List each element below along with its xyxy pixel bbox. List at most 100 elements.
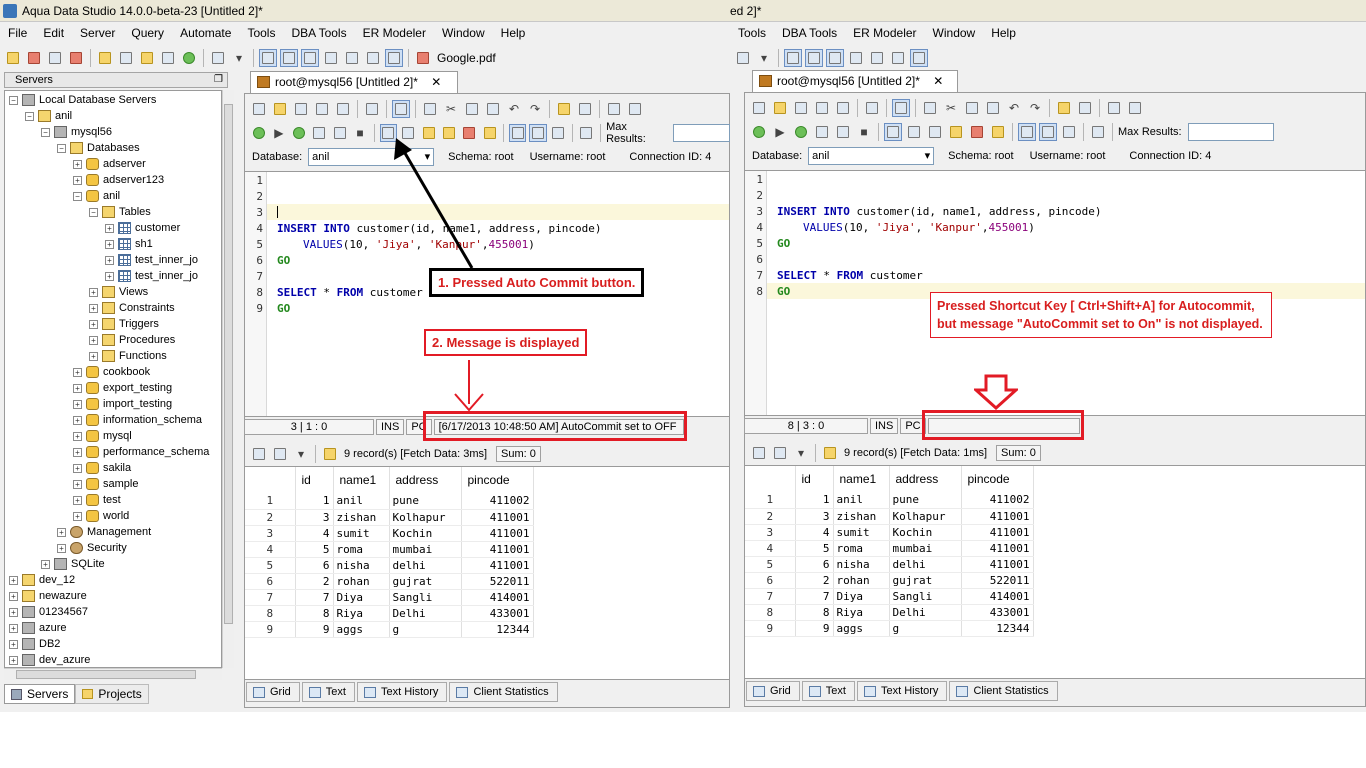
expand-icon[interactable]: + — [105, 223, 114, 233]
right-result-tab-0[interactable]: Grid — [746, 681, 800, 701]
tree-node[interactable]: + sample — [73, 476, 138, 492]
left-menu-item-3[interactable]: Query — [123, 22, 172, 44]
left-menu-item-7[interactable]: ER Modeler — [355, 22, 434, 44]
compare-icon[interactable] — [138, 49, 156, 67]
table-row[interactable]: 7 7 Diya Sangli 414001 — [245, 589, 534, 606]
table-cell[interactable]: 414001 — [461, 589, 534, 606]
schema-browser-icon[interactable] — [117, 49, 135, 67]
table-cell[interactable]: aggs — [833, 620, 890, 637]
table-cell[interactable]: 411001 — [961, 556, 1034, 573]
tree-node[interactable]: + Views — [89, 284, 148, 300]
table-cell[interactable]: Riya — [333, 605, 390, 622]
table-cell[interactable]: roma — [833, 540, 890, 557]
open-icon[interactable] — [271, 100, 289, 118]
execute-to-file-icon[interactable] — [311, 124, 328, 142]
new-query-icon[interactable] — [250, 100, 268, 118]
expand-icon[interactable]: + — [73, 431, 82, 441]
table-cell[interactable]: 411001 — [461, 557, 534, 574]
right-undo-icon[interactable]: ↶ — [1005, 99, 1023, 117]
table-cell[interactable]: nisha — [833, 556, 890, 573]
table-cell[interactable]: delhi — [889, 556, 962, 573]
right-execute-all-icon[interactable] — [750, 123, 768, 141]
table-cell[interactable]: roma — [333, 541, 390, 558]
layout-7-icon[interactable] — [385, 49, 403, 67]
table-cell[interactable]: pune — [889, 492, 962, 509]
collapse-icon[interactable]: − — [25, 111, 34, 121]
table-cell[interactable]: Kochin — [389, 525, 462, 542]
close-tab-icon[interactable]: ✕ — [431, 75, 441, 89]
right-menu-item-0[interactable]: Tools — [730, 22, 774, 44]
layout-1-icon[interactable] — [259, 49, 277, 67]
table-row[interactable]: 6 2 rohan gujrat 522011 — [245, 573, 534, 590]
tree-horizontal-scrollbar[interactable] — [4, 668, 222, 680]
table-cell[interactable]: 8 — [795, 604, 834, 621]
expand-icon[interactable]: + — [41, 559, 50, 569]
left-menu-item-2[interactable]: Server — [72, 22, 123, 44]
table-cell[interactable]: pune — [389, 493, 462, 510]
right-format-icon[interactable] — [1105, 99, 1123, 117]
right-replace-icon[interactable] — [1076, 99, 1094, 117]
table-cell[interactable]: 7 — [795, 588, 834, 605]
collapse-icon[interactable]: − — [41, 127, 50, 137]
right-find-icon[interactable] — [1055, 99, 1073, 117]
table-cell[interactable]: Sangli — [889, 588, 962, 605]
table-cell[interactable]: anil — [833, 492, 890, 509]
table-cell[interactable]: 411001 — [961, 524, 1034, 541]
table-cell[interactable]: mumbai — [889, 540, 962, 557]
tree-node[interactable]: + mysql — [73, 428, 132, 444]
table-row[interactable]: 8 8 Riya Delhi 433001 — [745, 604, 1034, 621]
tree-node[interactable]: + dev_12 — [9, 572, 75, 588]
tree-node[interactable]: − mysql56 — [41, 124, 112, 140]
collapse-icon[interactable]: − — [89, 207, 98, 217]
right-layout-6-icon[interactable] — [889, 49, 907, 67]
right-save-all-icon[interactable] — [834, 99, 852, 117]
table-cell[interactable]: g — [889, 620, 962, 637]
table-cell[interactable]: zishan — [833, 508, 890, 525]
tree-hscroll-thumb[interactable] — [16, 670, 196, 679]
expand-icon[interactable]: + — [105, 271, 114, 281]
right-results-grid[interactable]: id name1 address pincode 1 1 anil pune 411002 2 3 z… — [744, 465, 1366, 679]
column-header[interactable]: address — [389, 467, 462, 493]
table-cell[interactable]: 2 — [295, 573, 334, 590]
expand-icon[interactable]: + — [9, 623, 18, 633]
right-results-icon[interactable] — [1089, 123, 1107, 141]
table-cell[interactable]: Kolhapur — [889, 508, 962, 525]
pdf-icon[interactable] — [414, 49, 432, 67]
save-icon[interactable] — [292, 100, 310, 118]
table-cell[interactable]: 4 — [295, 525, 334, 542]
table-cell[interactable]: g — [389, 621, 462, 638]
tools-icon[interactable] — [209, 49, 227, 67]
expand-icon[interactable]: + — [9, 639, 18, 649]
left-menu-item-1[interactable]: Edit — [35, 22, 72, 44]
table-row[interactable]: 3 4 sumit Kochin 411001 — [745, 524, 1034, 541]
copy-icon[interactable] — [463, 100, 481, 118]
expand-icon[interactable]: + — [73, 479, 82, 489]
tree-node[interactable]: + Functions — [89, 348, 167, 364]
expand-icon[interactable]: + — [105, 255, 114, 265]
right-rollback-icon[interactable] — [926, 123, 944, 141]
right-save-as-icon[interactable] — [813, 99, 831, 117]
right-export-icon[interactable] — [771, 444, 789, 462]
right-result-tab-2[interactable]: Text History — [856, 681, 948, 701]
right-execute-icon[interactable]: ▶ — [771, 123, 789, 141]
layout-3-icon[interactable] — [301, 49, 319, 67]
right-cut-icon[interactable]: ✂ — [942, 99, 960, 117]
table-cell[interactable]: 411001 — [961, 540, 1034, 557]
tree-node[interactable]: + adserver — [73, 156, 146, 172]
table-cell[interactable]: 7 — [295, 589, 334, 606]
execute-icon[interactable] — [180, 49, 198, 67]
table-cell[interactable]: Sangli — [389, 589, 462, 606]
tree-node[interactable]: + customer — [105, 220, 180, 236]
right-print-icon[interactable] — [863, 99, 881, 117]
right-commit-icon[interactable] — [905, 123, 923, 141]
table-cell[interactable]: 6 — [295, 557, 334, 574]
expand-icon[interactable]: + — [9, 575, 18, 585]
expand-icon[interactable]: + — [105, 239, 114, 249]
tree-node[interactable]: + sh1 — [105, 236, 153, 252]
right-layout-4-icon[interactable] — [847, 49, 865, 67]
tree-scroll-thumb[interactable] — [224, 104, 233, 624]
table-cell[interactable]: Kolhapur — [389, 509, 462, 526]
new-icon[interactable] — [4, 49, 22, 67]
undo-icon[interactable]: ↶ — [505, 100, 523, 118]
document-icon[interactable] — [392, 100, 410, 118]
